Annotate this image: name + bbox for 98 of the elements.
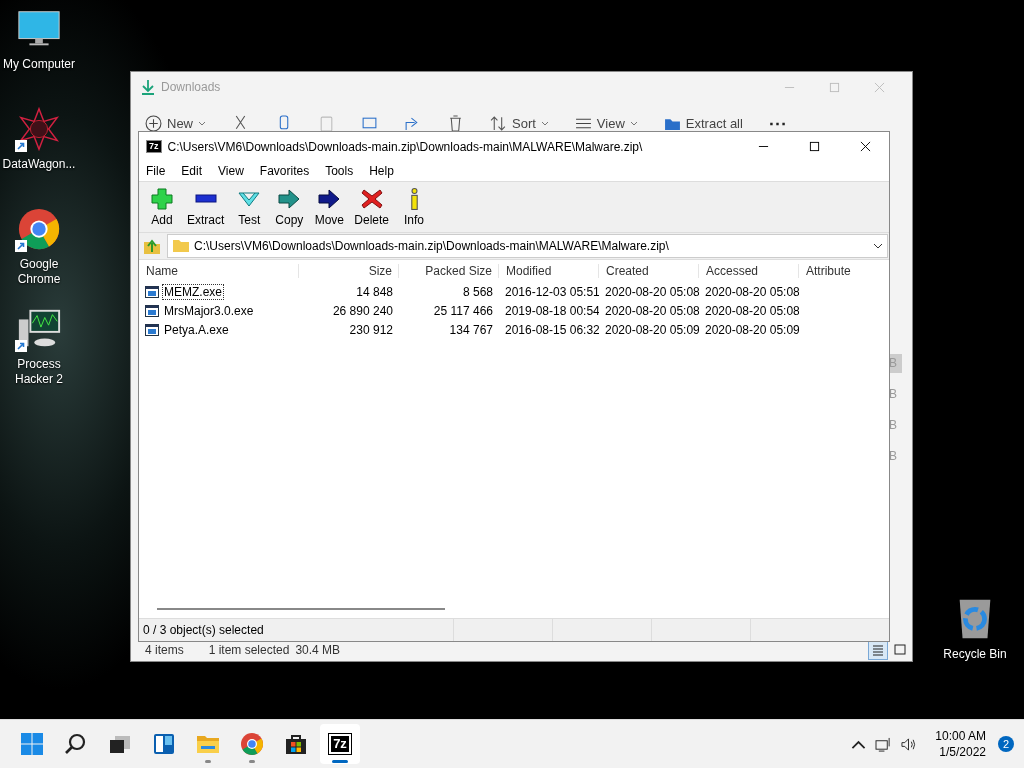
toolbar-button[interactable]: Extract (183, 185, 229, 229)
caret-icon (629, 119, 638, 128)
table-cell: 2020-08-20 05:08 (605, 303, 699, 318)
column-header[interactable]: Modified (499, 264, 599, 278)
details-view-button[interactable] (868, 640, 888, 660)
table-cell: 25 117 466 (433, 303, 493, 318)
menu-item[interactable]: Favorites (259, 164, 310, 178)
caret-icon (198, 119, 206, 128)
square-icon (894, 644, 906, 656)
table-cell: 134 767 (449, 322, 493, 337)
toolbar-button[interactable]: Sort (484, 113, 555, 134)
toolbar-button[interactable]: Move (310, 185, 349, 229)
paste-icon (318, 115, 335, 132)
table-cell: 2020-08-20 05:08 (605, 284, 699, 299)
desktop-icon-label[interactable]: DataWagon... (2, 157, 76, 172)
table-cell: 2016-12-03 05:51 (505, 284, 599, 299)
chrome-icon[interactable] (16, 206, 62, 252)
search-icon (64, 732, 88, 756)
status-text: 30.4 MB (295, 643, 341, 657)
file-icon (145, 323, 159, 336)
status-text: 4 items (145, 643, 184, 657)
column-header[interactable]: Packed Size (399, 264, 499, 278)
chrome-icon (240, 732, 264, 756)
clock-date[interactable]: 1/5/2022 (939, 744, 986, 760)
toolbar-button[interactable]: Extract all (657, 113, 749, 134)
widgets-icon (152, 732, 176, 756)
column-header[interactable]: Accessed (699, 264, 799, 278)
toolbar-button[interactable]: Test (230, 185, 269, 229)
menu-item[interactable]: Tools (325, 164, 354, 178)
menu-item[interactable]: Edit (181, 164, 203, 178)
windows-logo-icon (20, 732, 44, 756)
network-icon[interactable] (875, 736, 893, 752)
table-cell: 2016-08-15 06:32 (505, 322, 599, 337)
table-cell: 26 890 240 (332, 303, 393, 318)
close-icon[interactable] (860, 141, 871, 152)
size-cell-text: B (888, 448, 898, 465)
table-cell: 2020-08-20 05:09 (705, 322, 799, 337)
desktop-icon-label[interactable]: Recycle Bin (943, 647, 1007, 662)
clock-time[interactable]: 10:00 AM (935, 728, 986, 744)
window-title: Downloads (161, 80, 221, 94)
address-field[interactable]: C:\Users\VM6\Downloads\Downloads-main.zip\Downloads-main\MALWARE\Malware.zip\ (167, 234, 888, 258)
plus-icon (150, 187, 174, 210)
column-header[interactable]: Name (139, 264, 299, 278)
taskbar-button[interactable]: 7z (320, 724, 360, 764)
menu-item[interactable]: Help (369, 164, 394, 178)
folder-up-icon[interactable] (143, 237, 161, 255)
app-logo: 7z (146, 140, 162, 153)
toolbar-button[interactable]: Info (395, 185, 434, 229)
file-icon (145, 304, 159, 317)
arrow-right-icon (317, 187, 342, 210)
size-cell-text: B (888, 417, 898, 434)
trash-icon (447, 115, 464, 132)
app-logo: 7z (329, 734, 351, 754)
maximize-icon[interactable] (809, 141, 820, 152)
download-icon (141, 79, 155, 95)
status-text: 0 / 3 object(s) selected (139, 619, 454, 641)
store-bag-icon (284, 732, 308, 756)
file-name[interactable]: MEMZ.exe (162, 283, 224, 300)
volume-icon[interactable] (900, 736, 918, 752)
toolbar-button[interactable]: Add (143, 185, 181, 229)
share-icon (404, 115, 421, 132)
file-name[interactable]: Petya.A.exe (162, 321, 231, 338)
toolbar-button[interactable]: Copy (270, 185, 309, 229)
sort-icon (490, 115, 507, 132)
column-header[interactable]: Attribute (799, 264, 889, 278)
toolbar-button[interactable]: View (568, 113, 644, 134)
file-name[interactable]: MrsMajor3.0.exe (162, 302, 256, 319)
size-cell-text: B (888, 386, 898, 403)
scrollbar-thumb[interactable] (157, 608, 445, 610)
table-cell: 8 568 (462, 284, 493, 299)
arrow-right-icon (277, 187, 302, 210)
menu-item[interactable]: File (146, 164, 166, 178)
star-icon[interactable] (16, 106, 62, 152)
table-cell: 2020-08-20 05:08 (705, 303, 799, 318)
table-cell: 2020-08-20 05:09 (605, 322, 699, 337)
window-title: C:\Users\VM6\Downloads\Downloads-main.zip\Downloads-main\MALWARE\Malware.zip\ (167, 139, 643, 154)
info-icon (410, 187, 418, 210)
plus-circle-icon (145, 115, 162, 132)
toolbar-button[interactable]: New (139, 113, 212, 134)
desktop-icon-label[interactable]: My Computer (3, 57, 75, 72)
notification-badge[interactable]: 2 (998, 736, 1014, 752)
table-cell: 2020-08-20 05:08 (705, 284, 799, 299)
menu-item[interactable]: View (218, 164, 244, 178)
more-icon (768, 122, 786, 126)
caret-icon (540, 119, 549, 128)
column-header[interactable]: Size (299, 264, 399, 278)
list-icon (872, 644, 884, 656)
table-cell: 2019-08-18 00:54 (505, 303, 599, 318)
desktop-icon-label[interactable]: Google Chrome (0, 257, 78, 287)
x-mark-icon (359, 187, 384, 210)
toolbar-button[interactable]: Delete (350, 185, 394, 229)
desktop-icon-label[interactable]: Process Hacker 2 (0, 357, 78, 387)
status-text: 1 item selected (208, 643, 290, 657)
folder-icon (172, 239, 190, 253)
file-icon (145, 285, 159, 298)
column-header[interactable]: Created (599, 264, 699, 278)
table-cell: 14 848 (356, 284, 393, 299)
table-cell: 230 912 (349, 322, 393, 337)
